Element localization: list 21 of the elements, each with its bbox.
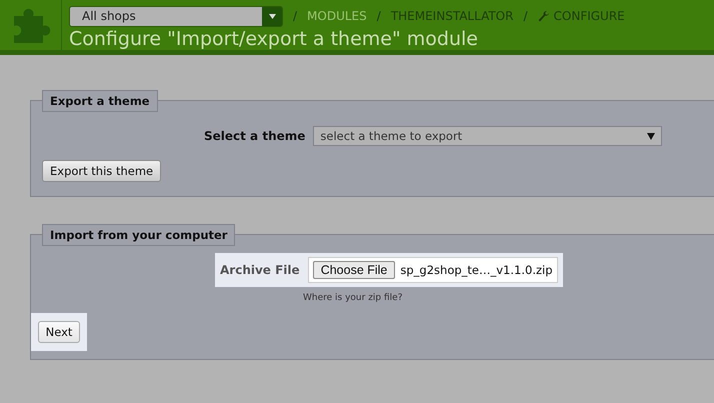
caret-icon xyxy=(647,132,656,140)
panel-legend: Import from your computer xyxy=(42,224,236,246)
file-input[interactable]: Choose File sp_g2shop_te…_v1.1.0.zip xyxy=(308,257,558,283)
breadcrumb-separator: / xyxy=(293,9,298,23)
caret-icon xyxy=(268,14,276,18)
export-button[interactable]: Export this theme xyxy=(42,160,162,182)
help-text: Where is your zip file? xyxy=(303,293,404,303)
breadcrumb: THEMEINSTALLATOR xyxy=(390,9,514,23)
breadcrumb-separator: / xyxy=(523,9,528,23)
breadcrumb-separator: / xyxy=(376,9,381,23)
file-name: sp_g2shop_te…_v1.1.0.zip xyxy=(400,263,553,277)
wrench-icon xyxy=(538,10,550,22)
page-title: Configure "Import/export a theme" module xyxy=(69,27,479,51)
panel-legend: Export a theme xyxy=(42,90,158,112)
breadcrumb: CONFIGURE xyxy=(538,9,625,23)
next-button[interactable]: Next xyxy=(38,321,80,343)
shop-select[interactable]: All shops xyxy=(69,6,283,26)
choose-file-button[interactable]: Choose File xyxy=(312,261,396,279)
theme-select[interactable]: select a theme to export xyxy=(313,126,662,146)
field-label: Select a theme xyxy=(204,129,306,143)
field-label: Archive File xyxy=(220,263,300,277)
